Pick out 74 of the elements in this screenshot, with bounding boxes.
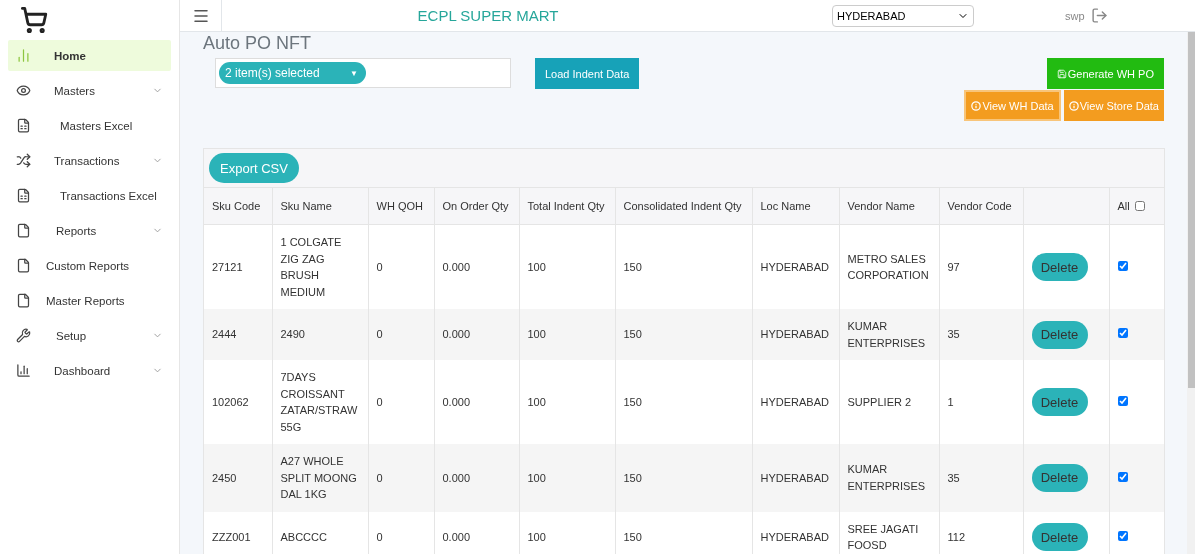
- spreadsheet-icon: [16, 188, 31, 203]
- spreadsheet-icon: [16, 118, 31, 133]
- row-checkbox[interactable]: [1117, 395, 1128, 406]
- sidebar-item[interactable]: Custom Reports: [8, 250, 171, 281]
- table-cell: 112: [939, 511, 1023, 554]
- load-indent-button[interactable]: Load Indent Data: [535, 58, 640, 89]
- delete-button[interactable]: Delete: [1031, 388, 1088, 416]
- column-header: Consolidated Indent Qty: [615, 188, 752, 225]
- user-name: swp: [1065, 9, 1085, 22]
- delete-button[interactable]: Delete: [1031, 320, 1088, 349]
- column-header: Vendor Name: [839, 188, 939, 225]
- column-header: Sku Code: [204, 188, 272, 225]
- sidebar-item[interactable]: Reports: [8, 215, 171, 246]
- delete-button[interactable]: Delete: [1031, 463, 1088, 492]
- delete-button[interactable]: Delete: [1031, 253, 1088, 281]
- info-icon: [1068, 100, 1079, 111]
- table-cell: 100: [519, 444, 615, 512]
- column-header: Vendor Code: [939, 188, 1023, 225]
- sidebar-item[interactable]: Masters Excel: [8, 110, 171, 141]
- sidebar-item[interactable]: Setup: [8, 320, 171, 351]
- bar-chart-icon: [16, 363, 31, 378]
- sidebar-item[interactable]: Home: [8, 40, 171, 71]
- table-cell: 100: [519, 511, 615, 554]
- table-cell: SREE JAGATI FOOSD: [839, 511, 939, 554]
- row-checkbox[interactable]: [1117, 260, 1128, 271]
- column-header: WH QOH: [368, 188, 434, 225]
- column-header: Sku Name: [272, 188, 368, 225]
- sidebar-item[interactable]: Dashboard: [8, 355, 171, 386]
- page-title: Auto PO NFT: [203, 33, 313, 54]
- selection-chip[interactable]: 2 item(s) selected ▼: [219, 62, 366, 84]
- table-cell: 0: [368, 511, 434, 554]
- select-all-checkbox[interactable]: [1134, 201, 1145, 211]
- delete-button[interactable]: Delete: [1031, 523, 1088, 551]
- location-select[interactable]: HYDERABAD: [832, 4, 974, 27]
- table-cell: ABCCCC: [272, 511, 368, 554]
- table-cell: 35: [939, 444, 1023, 512]
- app-title: ECPL SUPER MART: [416, 7, 560, 24]
- table-cell: 0.000: [434, 444, 519, 512]
- document-icon: [16, 258, 31, 273]
- table-cell: ZZZ001: [204, 511, 272, 554]
- export-csv-button[interactable]: Export CSV: [209, 153, 299, 183]
- caret-icon: ▼: [350, 68, 358, 78]
- generate-button[interactable]: Generate WH PO: [1046, 58, 1164, 89]
- save-icon: [1056, 68, 1067, 79]
- table-cell: 150: [615, 511, 752, 554]
- row-checkbox[interactable]: [1117, 328, 1128, 339]
- column-header: Loc Name: [752, 188, 839, 225]
- shuffle-icon: [16, 153, 31, 168]
- document-icon: [16, 223, 31, 238]
- sidebar-item[interactable]: Master Reports: [8, 285, 171, 316]
- sidebar-item[interactable]: Transactions Excel: [8, 180, 171, 211]
- logout-icon[interactable]: [1090, 7, 1108, 24]
- sidebar-item[interactable]: Masters: [8, 75, 171, 106]
- row-checkbox[interactable]: [1117, 471, 1128, 482]
- sidebar-item[interactable]: Transactions: [8, 145, 171, 176]
- table-cell: HYDERABAD: [752, 444, 839, 512]
- table-cell: A27 WHOLE SPLIT MOONG DAL 1KG: [272, 444, 368, 512]
- table-cell: 0: [368, 444, 434, 512]
- info-icon: [971, 100, 982, 111]
- tools-icon: [16, 328, 31, 343]
- multi-select-field[interactable]: 2 item(s) selected ▼: [215, 58, 511, 88]
- column-header: Total Indent Qty: [519, 188, 615, 225]
- column-header: On Order Qty: [434, 188, 519, 225]
- eye-icon: [16, 83, 31, 98]
- row-checkbox[interactable]: [1117, 530, 1128, 541]
- table-cell: HYDERABAD: [752, 511, 839, 554]
- document-icon: [16, 293, 31, 308]
- column-header: All: [1117, 200, 1130, 212]
- table-cell: 2450: [204, 444, 272, 512]
- table-cell: 0.000: [434, 511, 519, 554]
- table-cell: 150: [615, 444, 752, 512]
- cart-icon: [20, 6, 48, 34]
- bar-chart-icon: [16, 48, 31, 63]
- table-cell: KUMAR ENTERPRISES: [839, 444, 939, 512]
